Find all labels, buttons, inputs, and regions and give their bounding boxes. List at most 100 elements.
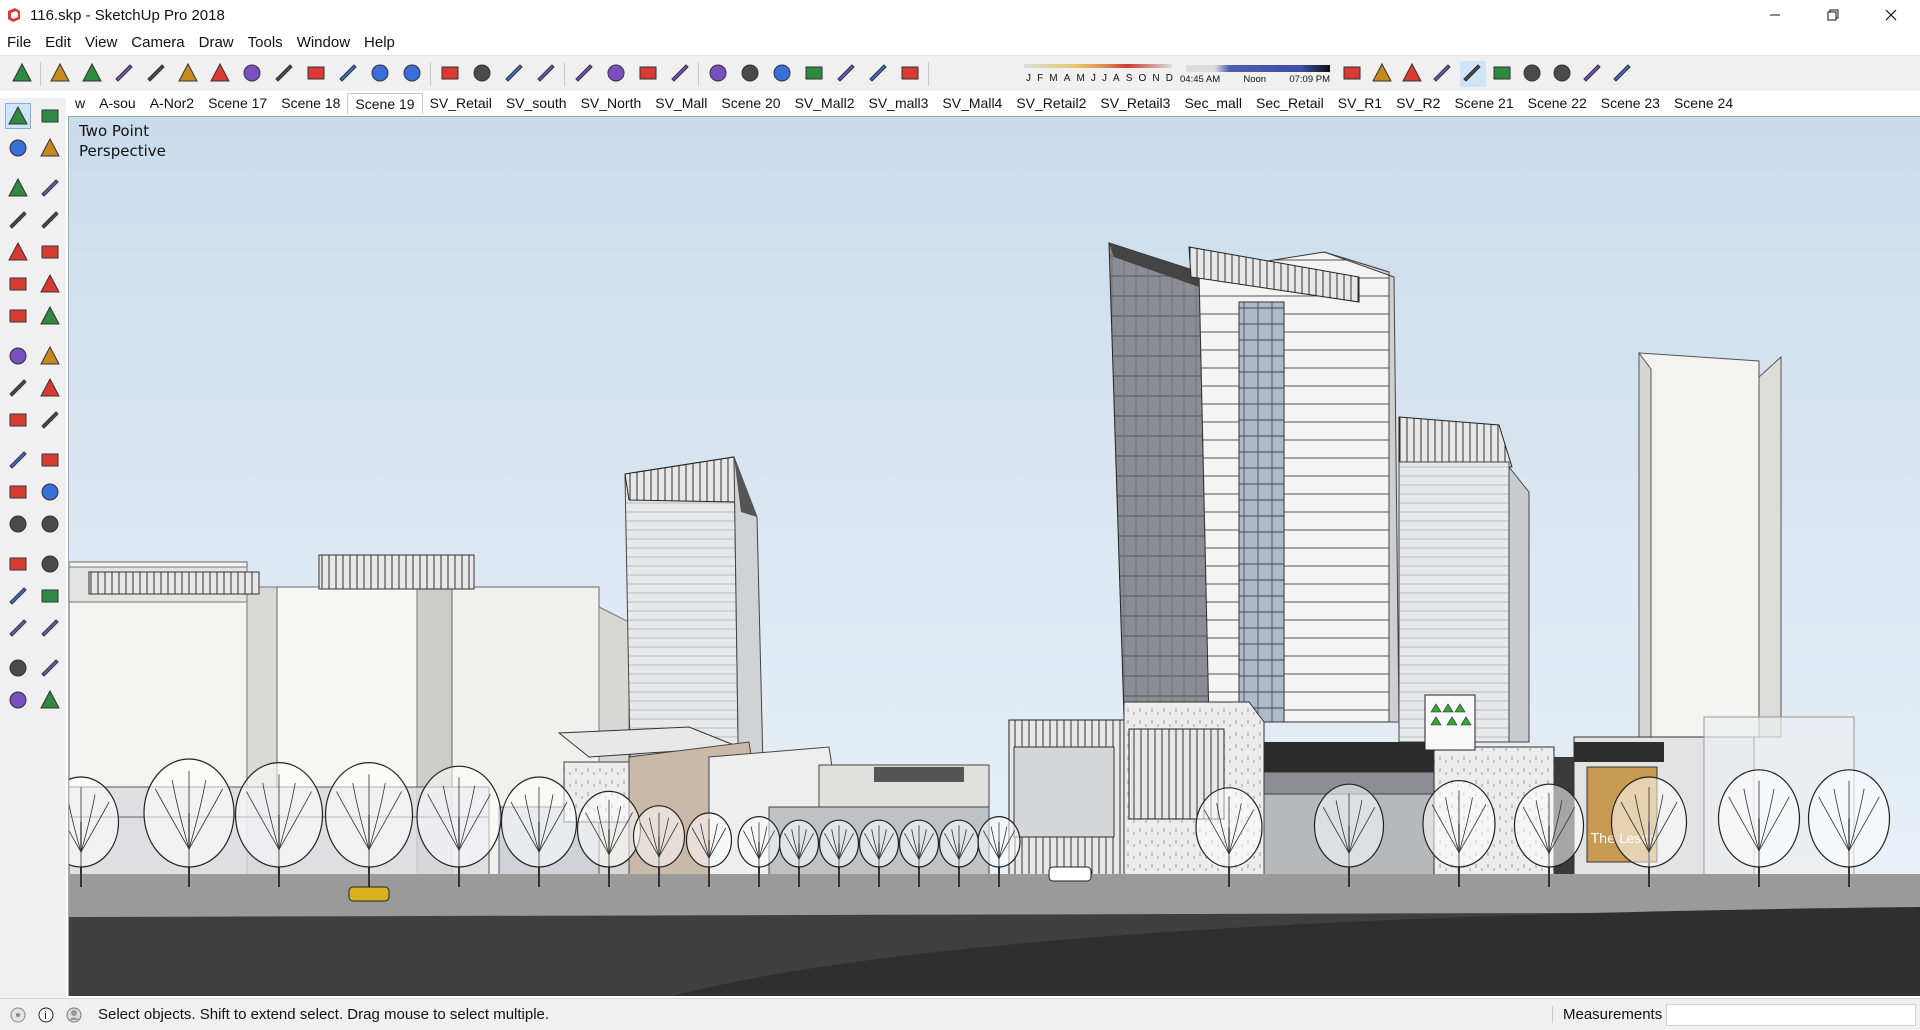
dimension-icon[interactable] xyxy=(38,448,62,472)
menu-file[interactable]: File xyxy=(0,34,38,51)
arc-icon[interactable] xyxy=(6,272,30,296)
pencil-line-icon[interactable] xyxy=(80,61,106,87)
scene-tab[interactable]: SV_North xyxy=(574,93,649,114)
scene-tab[interactable]: Scene 22 xyxy=(1521,93,1594,114)
3d-text-icon[interactable] xyxy=(38,512,62,536)
three-point-arc-icon[interactable] xyxy=(6,304,30,328)
two-point-arc-icon[interactable] xyxy=(38,272,62,296)
line-icon[interactable] xyxy=(6,176,30,200)
rotate-icon[interactable] xyxy=(272,61,298,87)
scene-tab[interactable]: SV_Mall4 xyxy=(935,93,1009,114)
wireframe-icon[interactable] xyxy=(1400,61,1426,87)
paint-bucket-icon[interactable] xyxy=(400,61,426,87)
scene-tab[interactable]: Scene 24 xyxy=(1667,93,1740,114)
tape-measure-icon[interactable] xyxy=(336,61,362,87)
freehand-icon[interactable] xyxy=(112,61,138,87)
zoom-icon[interactable] xyxy=(502,61,528,87)
scene-tab[interactable]: SV_R2 xyxy=(1389,93,1447,114)
offset-icon[interactable] xyxy=(38,408,62,432)
look-around-icon[interactable] xyxy=(38,656,62,680)
axes-icon[interactable] xyxy=(6,512,30,536)
scene-tab[interactable]: Scene 21 xyxy=(1447,93,1520,114)
rectangle-icon[interactable] xyxy=(6,208,30,232)
shadow-time-slider[interactable]: 04:45 AM Noon 07:09 PM xyxy=(1180,60,1330,88)
right-view-icon[interactable] xyxy=(802,61,828,87)
select-icon[interactable] xyxy=(5,103,31,129)
walk-icon[interactable] xyxy=(6,688,30,712)
eraser-icon[interactable] xyxy=(38,136,62,160)
scene-tab[interactable]: Sec_Retail xyxy=(1249,93,1331,114)
rotate-icon[interactable] xyxy=(6,376,30,400)
3d-warehouse-icon[interactable] xyxy=(572,61,598,87)
follow-me-icon[interactable] xyxy=(38,376,62,400)
geo-location-icon[interactable] xyxy=(8,1005,28,1025)
menu-help[interactable]: Help xyxy=(357,34,402,51)
scene-tab[interactable]: A-sou xyxy=(92,93,143,114)
iso-view-icon[interactable] xyxy=(706,61,732,87)
monochrome-icon[interactable] xyxy=(1520,61,1546,87)
freehand-icon[interactable] xyxy=(38,176,62,200)
scene-tab[interactable]: A-Nor2 xyxy=(143,93,201,114)
previous-view-icon[interactable] xyxy=(38,616,62,640)
restore-button[interactable] xyxy=(1804,0,1862,30)
section-plane-icon[interactable] xyxy=(38,688,62,712)
scene-tab[interactable]: SV_south xyxy=(499,93,574,114)
menu-tools[interactable]: Tools xyxy=(241,34,290,51)
scene-tab[interactable]: Scene 23 xyxy=(1594,93,1667,114)
scene-tab[interactable]: SV_Retail2 xyxy=(1009,93,1093,114)
menu-window[interactable]: Window xyxy=(290,34,357,51)
select-icon[interactable] xyxy=(10,61,36,87)
close-button[interactable] xyxy=(1862,0,1920,30)
scene-tab[interactable]: Scene 18 xyxy=(274,93,347,114)
zoom-extents-icon[interactable] xyxy=(534,61,560,87)
polygon-icon[interactable] xyxy=(38,240,62,264)
stamp-icon[interactable] xyxy=(1610,61,1636,87)
scale-icon[interactable] xyxy=(6,408,30,432)
text-icon[interactable] xyxy=(38,480,62,504)
move-icon[interactable] xyxy=(6,344,30,368)
scene-tab[interactable]: Scene 17 xyxy=(201,93,274,114)
orbit-icon[interactable] xyxy=(6,552,30,576)
position-camera-icon[interactable] xyxy=(6,656,30,680)
paint-bucket-icon[interactable] xyxy=(6,136,30,160)
menu-view[interactable]: View xyxy=(78,34,124,51)
top-view-icon[interactable] xyxy=(738,61,764,87)
eraser-icon[interactable] xyxy=(48,61,74,87)
pan-icon[interactable] xyxy=(470,61,496,87)
scene-tab[interactable]: SV_R1 xyxy=(1331,93,1389,114)
push-pull-icon[interactable] xyxy=(38,344,62,368)
protractor-icon[interactable] xyxy=(6,480,30,504)
pan-icon[interactable] xyxy=(38,552,62,576)
zoom-icon[interactable] xyxy=(6,584,30,608)
scene-tab[interactable]: Sec_mall xyxy=(1177,93,1249,114)
back-view-icon[interactable] xyxy=(834,61,860,87)
scene-tab[interactable]: SV_Retail3 xyxy=(1093,93,1177,114)
back-edges-icon[interactable] xyxy=(1370,61,1396,87)
zoom-window-icon[interactable] xyxy=(38,584,62,608)
sandbox-icon[interactable] xyxy=(1580,61,1606,87)
rotated-rectangle-icon[interactable] xyxy=(38,208,62,232)
menu-edit[interactable]: Edit xyxy=(38,34,78,51)
orbit-icon[interactable] xyxy=(438,61,464,87)
credits-icon[interactable]: i xyxy=(36,1005,56,1025)
menu-draw[interactable]: Draw xyxy=(192,34,241,51)
make-component-icon[interactable] xyxy=(38,104,62,128)
layout-icon[interactable] xyxy=(636,61,662,87)
model-viewport[interactable]: The Lesco Two Point Perspective xyxy=(68,116,1920,996)
pie-icon[interactable] xyxy=(38,304,62,328)
scene-tab[interactable]: w xyxy=(68,93,92,114)
measurements-input[interactable] xyxy=(1666,1004,1916,1026)
scene-tab[interactable]: SV_Mall2 xyxy=(788,93,862,114)
extension-warehouse-icon[interactable] xyxy=(604,61,630,87)
user-account-icon[interactable] xyxy=(64,1005,84,1025)
scale-icon[interactable] xyxy=(304,61,330,87)
follow-me-icon[interactable] xyxy=(208,61,234,87)
scene-tab[interactable]: Scene 20 xyxy=(714,93,787,114)
text-icon[interactable] xyxy=(368,61,394,87)
push-pull-icon[interactable] xyxy=(176,61,202,87)
front-view-icon[interactable] xyxy=(770,61,796,87)
geo-location-icon[interactable] xyxy=(1550,61,1576,87)
shadow-month-slider[interactable]: JFMAMJJASOND xyxy=(1024,60,1173,88)
scene-tab[interactable]: SV_Mall xyxy=(648,93,714,114)
scene-tab[interactable]: SV_Retail xyxy=(423,93,499,114)
